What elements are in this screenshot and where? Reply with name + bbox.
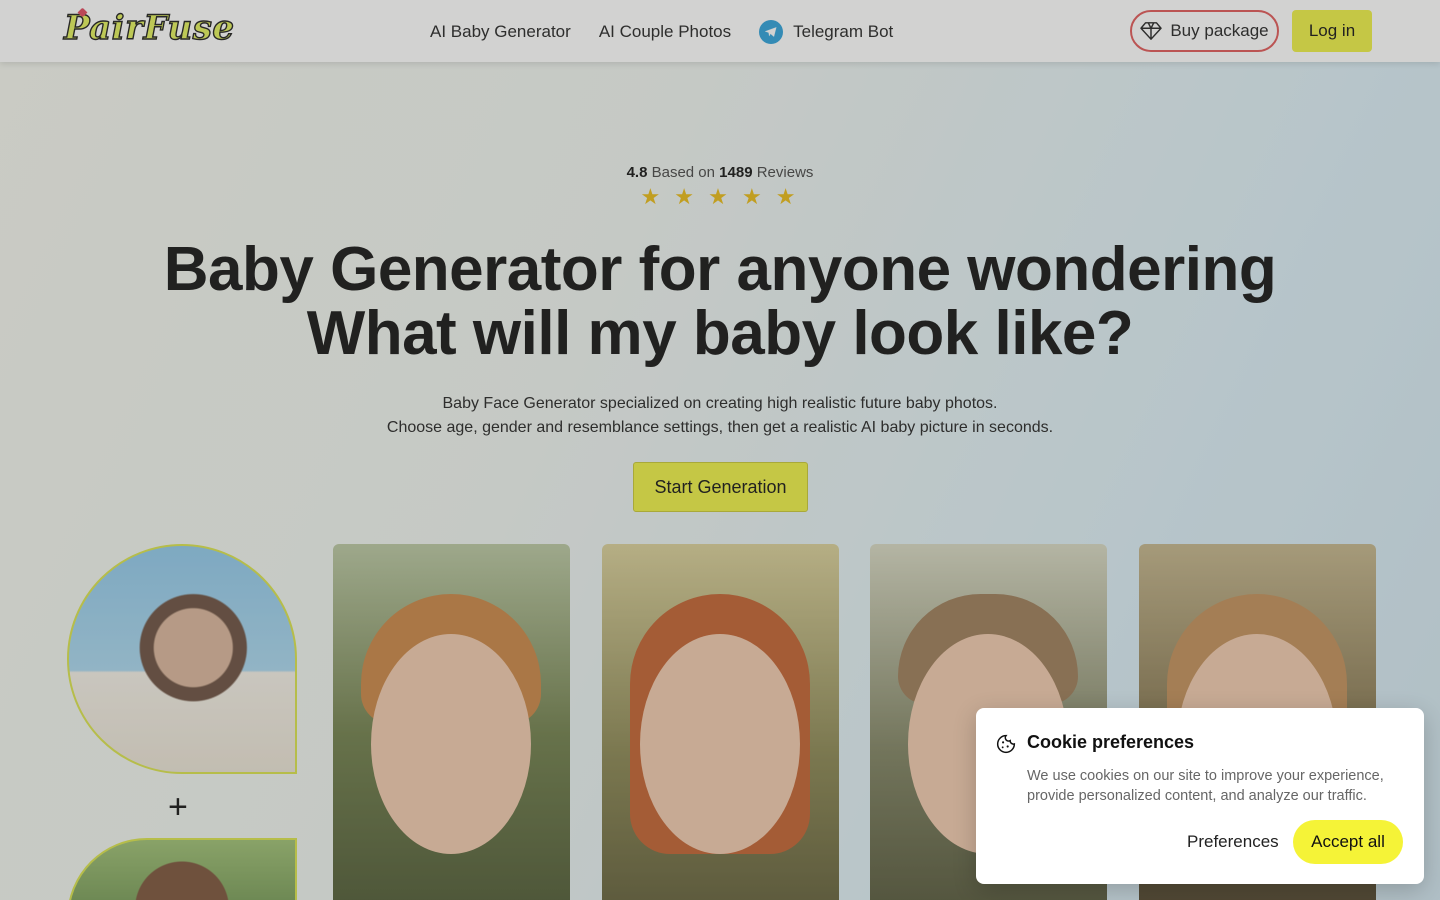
cookie-accept-all-button[interactable]: Accept all xyxy=(1293,820,1403,864)
cookie-dialog: Cookie preferences We use cookies on our… xyxy=(976,708,1424,884)
cookie-icon xyxy=(996,734,1016,754)
cookie-title: Cookie preferences xyxy=(1027,732,1195,752)
cookie-description: We use cookies on our site to improve yo… xyxy=(1027,768,1384,804)
cookie-preferences-button[interactable]: Preferences xyxy=(1187,832,1279,852)
